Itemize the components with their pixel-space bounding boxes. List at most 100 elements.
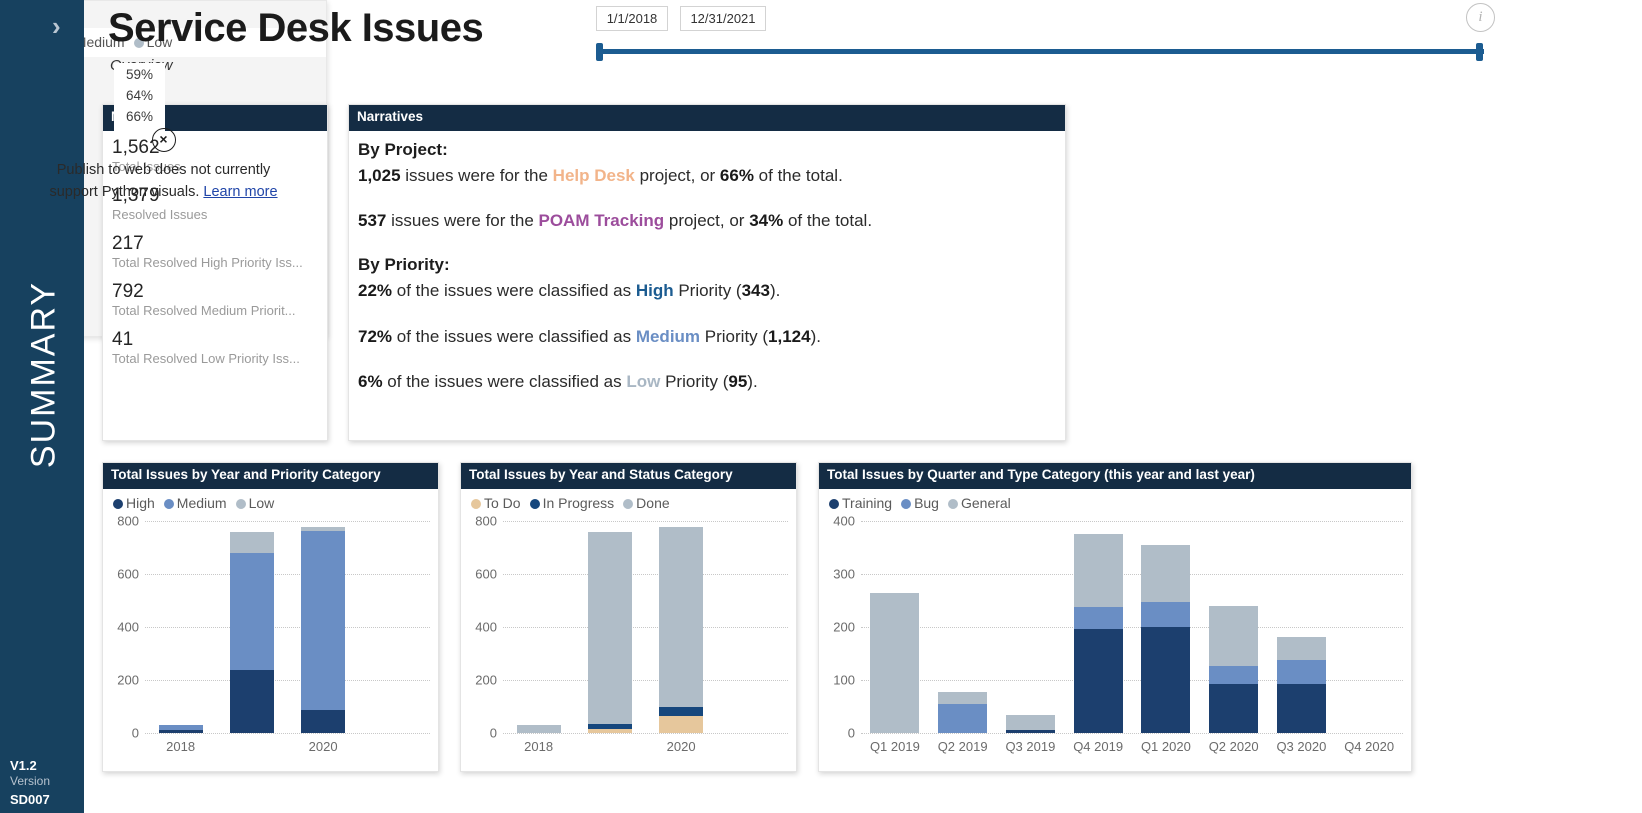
chart-card-status: Total Issues by Year and Status Category… [460, 462, 797, 772]
project-2-mid2: project, or [664, 211, 749, 230]
info-icon[interactable]: i [1466, 3, 1495, 32]
bar-stack[interactable] [230, 532, 274, 733]
slicer-handle-left[interactable] [596, 43, 603, 61]
bar-segment-general[interactable] [1074, 534, 1123, 607]
python-error-block: × Publish to web does not currently supp… [0, 128, 327, 204]
start-date-input[interactable]: 1/1/2018 [596, 6, 668, 31]
bar-segment-general[interactable] [870, 593, 919, 733]
bar-segment-done[interactable] [517, 725, 561, 733]
legend-item-general[interactable]: General [948, 495, 1011, 511]
bar-segment-general[interactable] [938, 692, 987, 704]
project-1-pct: 66% [720, 166, 754, 185]
x-axis-tick-label: Q4 2020 [1344, 739, 1394, 754]
python-error-line1: Publish to web does not currently [57, 162, 271, 178]
gridline [861, 574, 1403, 575]
end-date-input[interactable]: 12/31/2021 [680, 6, 765, 31]
slicer-track[interactable] [598, 49, 1484, 54]
bar-segment-training[interactable] [1141, 627, 1190, 733]
project-line-1: 1,025 issues were for the Help Desk proj… [358, 165, 1056, 186]
project-1-mid: issues were for the [401, 166, 553, 185]
bar-stack[interactable] [938, 692, 987, 733]
bar-segment-done[interactable] [659, 527, 703, 707]
legend-item-high[interactable]: High [113, 495, 155, 511]
legend-dot-icon [530, 499, 540, 509]
metric-label: Total Resolved Low Priority Iss... [112, 351, 318, 368]
legend-item-in-progress[interactable]: In Progress [530, 495, 615, 511]
learn-more-link[interactable]: Learn more [203, 184, 277, 200]
bar-stack[interactable] [870, 593, 919, 733]
bar-stack[interactable] [1277, 637, 1326, 732]
bar-segment-medium[interactable] [230, 553, 274, 670]
bar-segment-low[interactable] [230, 532, 274, 553]
bar-segment-training[interactable] [1074, 629, 1123, 732]
x-axis-tick-label: Q4 2019 [1073, 739, 1123, 754]
x-axis-tick-label: Q2 2019 [938, 739, 988, 754]
priority-1-tail: ). [770, 281, 780, 300]
bar-stack[interactable] [159, 725, 203, 733]
bar-segment-bug[interactable] [1074, 607, 1123, 629]
project-2-mid: issues were for the [386, 211, 538, 230]
chart-priority-legend[interactable]: High Medium Low [103, 489, 438, 513]
y-axis-tick-label: 200 [461, 672, 497, 687]
bar-segment-bug[interactable] [1141, 602, 1190, 627]
bar-segment-general[interactable] [1141, 545, 1190, 602]
chart-card-priority: Total Issues by Year and Priority Catego… [102, 462, 439, 772]
narratives-card-title: Narratives [349, 105, 1065, 131]
gridline [503, 733, 788, 734]
x-axis-tick-label: Q1 2020 [1141, 739, 1191, 754]
bar-stack[interactable] [659, 527, 703, 732]
bar-stack[interactable] [1006, 715, 1055, 732]
slicer-handle-right[interactable] [1476, 43, 1483, 61]
bar-stack[interactable] [301, 527, 345, 732]
legend-item-training[interactable]: Training [829, 495, 892, 511]
bar-segment-in-progress[interactable] [659, 707, 703, 716]
bar-stack[interactable] [1209, 606, 1258, 733]
legend-item-bug[interactable]: Bug [901, 495, 939, 511]
priority-3-count: 95 [728, 372, 747, 391]
bar-segment-high[interactable] [230, 670, 274, 733]
gridline [861, 627, 1403, 628]
bar-stack[interactable] [517, 725, 561, 733]
chart-status-legend[interactable]: To Do In Progress Done [461, 489, 796, 513]
priority-line-1: 22% of the issues were classified as Hig… [358, 280, 1056, 301]
chart-quarter-legend[interactable]: Training Bug General [819, 489, 1411, 513]
bar-segment-to-do[interactable] [659, 716, 703, 732]
legend-item-done[interactable]: Done [623, 495, 669, 511]
bar-stack[interactable] [1074, 534, 1123, 733]
date-range-slicer[interactable]: 1/1/2018 12/31/2021 [596, 6, 1488, 66]
bar-segment-medium[interactable] [301, 531, 345, 709]
legend-item-to-do[interactable]: To Do [471, 495, 521, 511]
bar-segment-general[interactable] [1209, 606, 1258, 665]
bar-stack[interactable] [588, 532, 632, 733]
bar-segment-bug[interactable] [938, 704, 987, 733]
bar-segment-bug[interactable] [1277, 660, 1326, 684]
bar-segment-general[interactable] [1277, 637, 1326, 659]
bar-segment-bug[interactable] [1209, 666, 1258, 684]
legend-item-low[interactable]: Low [236, 495, 275, 511]
chart-priority-title: Total Issues by Year and Priority Catego… [103, 463, 438, 489]
metric-label: Total Resolved Medium Priorit... [112, 303, 318, 320]
gridline [145, 733, 430, 734]
priority-2-tail: ). [811, 327, 821, 346]
bar-segment-general[interactable] [1006, 715, 1055, 730]
bar-segment-training[interactable] [1006, 730, 1055, 733]
legend-item-medium[interactable]: Medium [164, 495, 227, 511]
python-percent-label: 59% [126, 65, 153, 86]
python-percent-label: 66% [126, 107, 153, 128]
bar-segment-high[interactable] [159, 730, 203, 733]
bar-segment-done[interactable] [588, 532, 632, 724]
legend-label: In Progress [543, 495, 615, 511]
bar-stack[interactable] [1141, 545, 1190, 733]
legend-label: General [961, 495, 1011, 511]
chevron-right-icon[interactable]: › [52, 13, 61, 39]
bar-segment-training[interactable] [1277, 684, 1326, 733]
python-error-line2: support Python visuals. [49, 184, 203, 200]
bar-segment-high[interactable] [301, 710, 345, 733]
bar-segment-training[interactable] [1209, 684, 1258, 733]
chart-status-plot: 020040060080020182020 [461, 513, 796, 761]
bar-segment-to-do[interactable] [588, 729, 632, 733]
priority-3-mid2: Priority ( [660, 372, 728, 391]
priority-1-level: High [636, 281, 674, 300]
project-2-pct: 34% [749, 211, 783, 230]
y-axis-tick-label: 800 [461, 513, 497, 528]
